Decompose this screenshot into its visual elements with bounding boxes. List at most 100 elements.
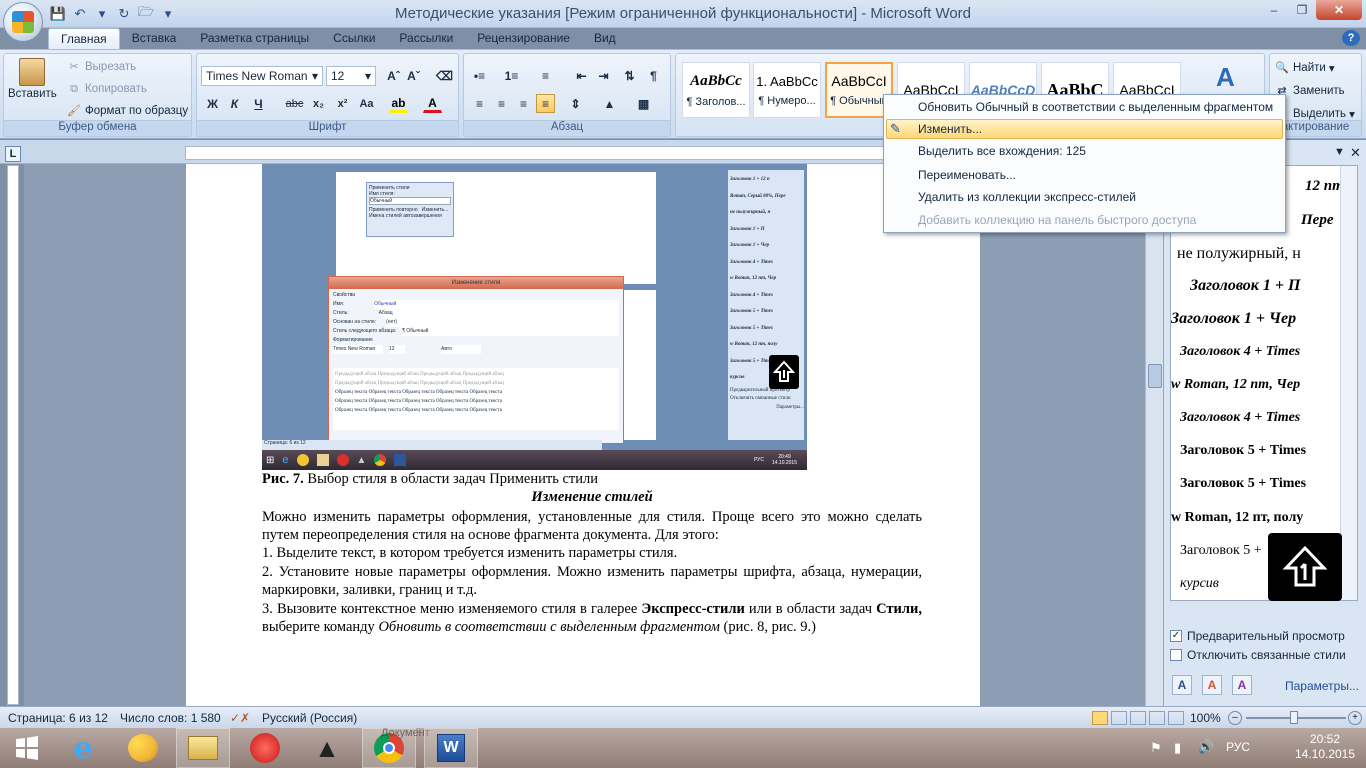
shading-icon[interactable]: ▲: [600, 94, 619, 113]
tab-view[interactable]: Вид: [582, 28, 628, 50]
share-icon[interactable]: [1268, 533, 1342, 601]
style-item[interactable]: Заголовок 1 + П: [1190, 277, 1350, 295]
tab-selector-icon[interactable]: L: [5, 146, 21, 162]
help-icon[interactable]: ?: [1342, 30, 1360, 46]
multilevel-list-icon[interactable]: ≡: [536, 66, 555, 85]
line-spacing-icon[interactable]: ⇕: [566, 94, 585, 113]
outline-icon[interactable]: [1149, 711, 1165, 725]
linked-styles-checkbox[interactable]: Отключить связанные стили: [1170, 648, 1346, 662]
style-item[interactable]: w Roman, 12 пт, Чер: [1171, 377, 1331, 393]
pilcrow-icon[interactable]: ¶: [644, 66, 663, 85]
network-icon[interactable]: ▮: [1174, 740, 1181, 756]
proofing-icon[interactable]: ✓✗: [230, 711, 250, 725]
align-left-icon[interactable]: ≡: [470, 94, 489, 113]
font-color-icon[interactable]: A: [423, 94, 442, 113]
preview-checkbox[interactable]: ✓ Предварительный просмотр: [1170, 629, 1345, 643]
word-count[interactable]: Число слов: 1 580: [120, 711, 221, 725]
menu-item-remove-from-gallery[interactable]: Удалить из коллекции экспресс-стилей: [918, 190, 1136, 204]
style-item[interactable]: Заголовок 4 + Times: [1180, 344, 1340, 360]
style-tile[interactable]: AaBbCc ¶ Заголов...: [682, 62, 750, 118]
scroll-thumb[interactable]: [1148, 364, 1162, 388]
find-button[interactable]: 🔍 Найти ▾: [1274, 60, 1334, 76]
clock[interactable]: 20:52 14.10.2015: [1290, 732, 1360, 762]
flag-icon[interactable]: ⚑: [1150, 740, 1162, 756]
zoom-in-icon[interactable]: +: [1348, 711, 1362, 725]
bold-icon[interactable]: Ж: [203, 94, 222, 113]
full-screen-icon[interactable]: [1111, 711, 1127, 725]
grow-font-icon[interactable]: Aˆ: [384, 66, 403, 85]
tab-home[interactable]: Главная: [48, 28, 120, 50]
zoom-level[interactable]: 100%: [1190, 711, 1221, 725]
superscript-icon[interactable]: x²: [333, 94, 352, 113]
share-icon[interactable]: [769, 355, 799, 389]
style-item[interactable]: не полужирный, н: [1177, 245, 1337, 263]
start-button[interactable]: [0, 728, 54, 768]
style-item[interactable]: Заголовок 5 + Times: [1180, 443, 1340, 459]
ruler-scale[interactable]: [185, 146, 915, 160]
page-status[interactable]: Страница: 6 из 12: [8, 711, 108, 725]
menu-item-select-all[interactable]: Выделить все вхождения: 125: [918, 144, 1086, 158]
numbering-icon[interactable]: 1≡: [502, 66, 521, 85]
tab-mailings[interactable]: Рассылки: [387, 28, 465, 50]
minimize-icon[interactable]: –: [1260, 0, 1288, 20]
taskbar-ie[interactable]: e: [56, 728, 110, 768]
copy-button[interactable]: ⧉ Копировать: [66, 81, 147, 97]
web-layout-icon[interactable]: [1130, 711, 1146, 725]
style-item[interactable]: Заголовок 1 + Чер: [1171, 310, 1331, 328]
subscript-icon[interactable]: x₂: [309, 94, 328, 113]
zoom-thumb[interactable]: [1290, 711, 1298, 724]
office-button[interactable]: [3, 2, 43, 42]
tab-page-layout[interactable]: Разметка страницы: [188, 28, 321, 50]
tab-review[interactable]: Рецензирование: [465, 28, 582, 50]
restore-icon[interactable]: ❐: [1288, 0, 1316, 20]
language-status[interactable]: Русский (Россия): [262, 711, 357, 725]
taskbar-paint[interactable]: [116, 728, 170, 768]
menu-item-update-normal[interactable]: Обновить Обычный в соответствии с выделе…: [918, 100, 1273, 114]
style-tile[interactable]: 1. AaBbCc ¶ Нумеро...: [753, 62, 821, 118]
borders-icon[interactable]: ▦: [634, 94, 653, 113]
style-item[interactable]: w Roman, 12 пт, полу: [1171, 510, 1331, 526]
cut-button[interactable]: ✂ Вырезать: [66, 59, 136, 75]
volume-icon[interactable]: 🔊: [1198, 739, 1214, 755]
increase-indent-icon[interactable]: ⇥: [594, 66, 613, 85]
zoom-out-icon[interactable]: –: [1228, 711, 1242, 725]
menu-item-modify[interactable]: Изменить...: [918, 122, 982, 136]
style-item[interactable]: Заголовок 4 + Times: [1180, 410, 1340, 426]
sort-icon[interactable]: ⇅: [620, 66, 639, 85]
taskbar-explorer[interactable]: [176, 728, 230, 768]
highlight-icon[interactable]: ab: [389, 94, 408, 113]
bullets-icon[interactable]: •≡: [470, 66, 489, 85]
align-right-icon[interactable]: ≡: [514, 94, 533, 113]
new-style-icon[interactable]: A: [1172, 675, 1192, 695]
language-indicator[interactable]: РУС: [1226, 740, 1250, 754]
taskbar-app[interactable]: [238, 728, 292, 768]
taskbar-app2[interactable]: ▲: [300, 728, 354, 768]
font-size-combo[interactable]: 12 ▾: [326, 66, 376, 86]
strikethrough-icon[interactable]: abc: [285, 94, 304, 113]
menu-item-rename[interactable]: Переименовать...: [918, 168, 1016, 182]
close-icon[interactable]: ✕: [1316, 0, 1362, 20]
manage-styles-icon[interactable]: A: [1232, 675, 1252, 695]
clear-format-icon[interactable]: ⌫: [435, 66, 454, 85]
print-layout-icon[interactable]: [1092, 711, 1108, 725]
shrink-font-icon[interactable]: Aˇ: [404, 66, 423, 85]
style-item[interactable]: Заголовок 5 + Times: [1180, 476, 1340, 492]
italic-icon[interactable]: К: [225, 94, 244, 113]
taskbar-chrome[interactable]: Документ: [362, 727, 430, 768]
change-case-icon[interactable]: Aa: [357, 94, 376, 113]
tab-insert[interactable]: Вставка: [120, 28, 189, 50]
decrease-indent-icon[interactable]: ⇤: [572, 66, 591, 85]
taskbar-word[interactable]: W: [424, 728, 478, 768]
paste-button[interactable]: Вставить: [8, 58, 57, 100]
justify-icon[interactable]: ≡: [536, 94, 555, 113]
align-center-icon[interactable]: ≡: [492, 94, 511, 113]
format-painter-button[interactable]: 🖌 Формат по образцу: [66, 103, 188, 119]
vertical-scrollbar[interactable]: [1145, 164, 1163, 706]
style-inspector-icon[interactable]: A: [1202, 675, 1222, 695]
font-name-combo[interactable]: Times New Roman ▾: [201, 66, 323, 86]
draft-icon[interactable]: [1168, 711, 1184, 725]
pane-menu-icon[interactable]: ▼: [1334, 146, 1345, 158]
styles-scrollbar[interactable]: [1340, 166, 1357, 600]
tab-references[interactable]: Ссылки: [321, 28, 387, 50]
underline-icon[interactable]: Ч: [249, 94, 268, 113]
